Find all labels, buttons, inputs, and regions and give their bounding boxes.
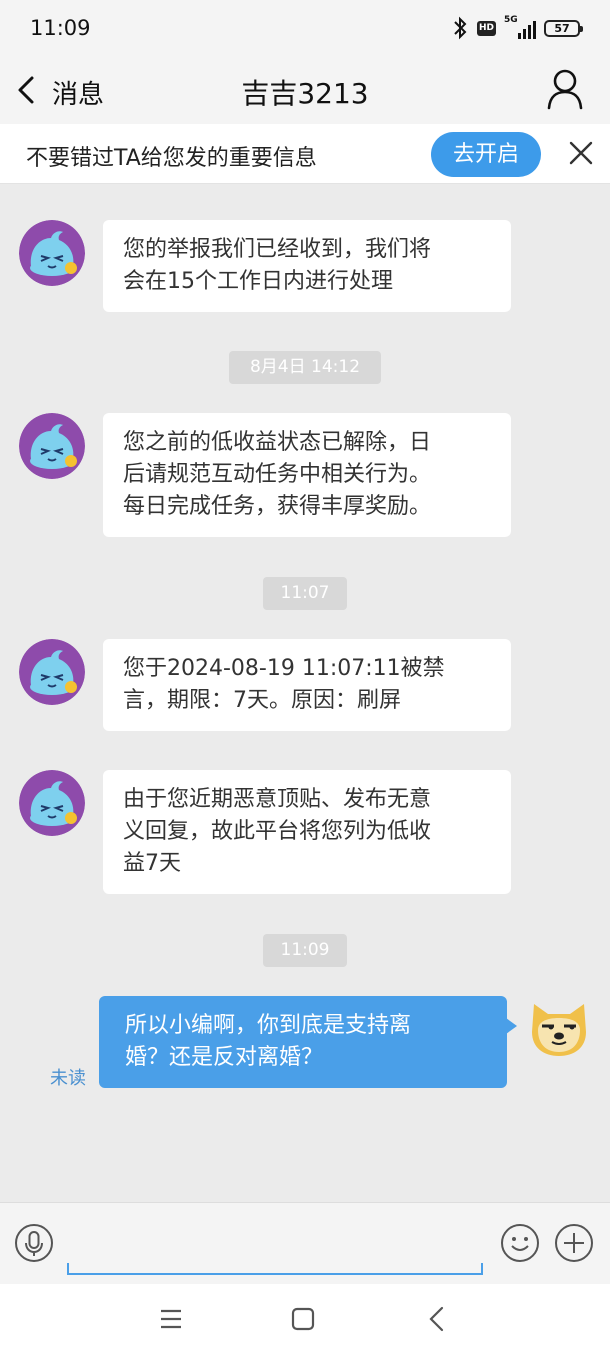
message-input-underline <box>67 1263 483 1275</box>
message-line: 义回复，故此平台将您列为低收 <box>123 819 432 844</box>
chat-area[interactable]: 您的举报我们已经收到，我们将 会在15个工作日内进行处理 8月4日 14:12 … <box>0 184 610 1202</box>
page-title: 吉吉3213 <box>241 77 369 110</box>
self-message-bubble[interactable]: 所以小编啊，你到底是支持离 婚？还是反对离婚？ <box>99 996 517 1088</box>
nav-bar: 消息 吉吉3213 <box>0 58 610 124</box>
unread-status: 未读 <box>50 1068 86 1089</box>
system-avatar[interactable] <box>19 220 85 286</box>
close-icon[interactable] <box>568 140 594 166</box>
battery-icon: 57 <box>544 19 583 37</box>
timestamp: 11:07 <box>263 577 347 610</box>
mascot-avatar-icon <box>19 639 85 705</box>
message-line: 每日完成任务，获得丰厚奖励。 <box>123 494 432 519</box>
notification-banner: 不要错过TA给您发的重要信息 去开启 <box>0 124 610 184</box>
system-avatar[interactable] <box>19 639 85 705</box>
mascot-avatar-icon <box>19 770 85 836</box>
microphone-icon[interactable] <box>14 1223 54 1263</box>
message-bubble[interactable]: 由于您近期恶意顶贴、发布无意 义回复，故此平台将您列为低收 益7天 <box>103 770 511 894</box>
notification-text: 不要错过TA给您发的重要信息 <box>26 146 317 171</box>
emoji-icon[interactable] <box>500 1223 540 1263</box>
doge-avatar-icon <box>532 1004 586 1056</box>
message-line: 婚？还是反对离婚？ <box>125 1045 324 1070</box>
system-navigation-bar <box>0 1284 610 1356</box>
bluetooth-icon <box>454 16 467 40</box>
input-bar <box>0 1202 610 1284</box>
status-bar: 11:09 HD 5G 57 <box>0 0 610 58</box>
message-line: 言，期限：7天。原因：刷屏 <box>123 688 401 713</box>
message-bubble[interactable]: 您于2024-08-19 11:07:11被禁 言，期限：7天。原因：刷屏 <box>103 639 511 731</box>
message-bubble[interactable]: 您之前的低收益状态已解除，日 后请规范互动任务中相关行为。 每日完成任务，获得丰… <box>103 413 511 537</box>
status-icons: HD 5G 57 <box>451 15 583 40</box>
system-avatar[interactable] <box>19 770 85 836</box>
message-line: 您于2024-08-19 11:07:11被禁 <box>123 656 445 681</box>
message-line: 益7天 <box>123 851 181 876</box>
network-type: 5G <box>504 15 518 25</box>
plus-icon[interactable] <box>554 1223 594 1263</box>
system-back-icon[interactable] <box>424 1304 450 1334</box>
user-avatar[interactable] <box>526 994 592 1060</box>
mascot-avatar-icon <box>19 413 85 479</box>
status-time: 11:09 <box>30 16 91 40</box>
message-bubble[interactable]: 您的举报我们已经收到，我们将 会在15个工作日内进行处理 <box>103 220 511 312</box>
message-line: 由于您近期恶意顶贴、发布无意 <box>123 787 432 812</box>
message-line: 所以小编啊，你到底是支持离 <box>125 1013 412 1038</box>
profile-icon[interactable] <box>546 68 584 110</box>
enable-notification-button[interactable]: 去开启 <box>431 132 541 177</box>
hd-badge: HD <box>476 20 496 36</box>
message-line: 会在15个工作日内进行处理 <box>123 269 393 294</box>
signal-icon: 5G <box>504 15 536 39</box>
timestamp: 8月4日 14:12 <box>229 351 381 384</box>
timestamp: 11:09 <box>263 934 347 967</box>
mascot-avatar-icon <box>19 220 85 286</box>
message-line: 您的举报我们已经收到，我们将 <box>123 237 432 262</box>
message-line: 您之前的低收益状态已解除，日 <box>123 430 432 455</box>
system-avatar[interactable] <box>19 413 85 479</box>
menu-icon[interactable] <box>158 1306 184 1332</box>
message-line: 后请规范互动任务中相关行为。 <box>123 462 432 487</box>
home-icon[interactable] <box>290 1306 316 1332</box>
